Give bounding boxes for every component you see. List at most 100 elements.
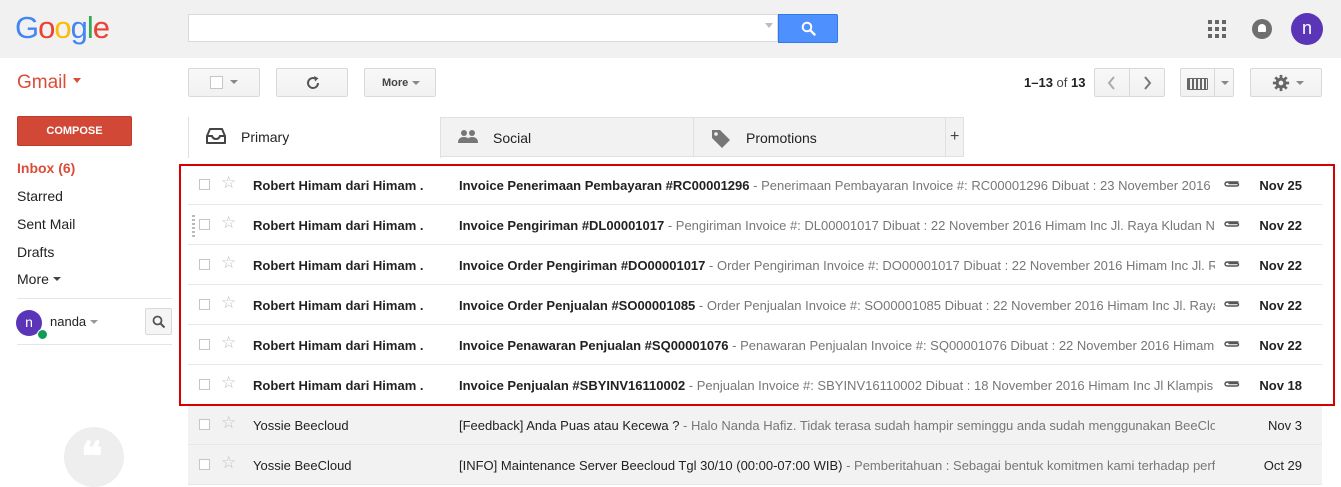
hangouts-search-button[interactable] <box>145 308 172 335</box>
message-list: ☆ Robert Himam dari Himam . Invoice Peneri… <box>188 165 1322 485</box>
sidebar-item-sent-mail[interactable]: Sent Mail <box>17 216 75 232</box>
tab-social[interactable]: Social <box>440 117 694 157</box>
message-content: Invoice Penerimaan Pembayaran #RC0000129… <box>459 178 1215 193</box>
google-logo[interactable]: Google <box>15 12 110 43</box>
message-date: Nov 22 <box>1259 218 1302 233</box>
row-checkbox[interactable] <box>199 179 210 190</box>
refresh-button[interactable] <box>276 68 348 97</box>
row-checkbox[interactable] <box>199 419 210 430</box>
chevron-down-icon <box>52 277 61 282</box>
star-icon[interactable]: ☆ <box>221 455 236 472</box>
message-subject: Invoice Order Penjualan #SO00001085 <box>459 298 696 313</box>
table-row[interactable]: ☆ Robert Himam dari Himam . Invoice Order … <box>188 285 1322 325</box>
paperclip-icon <box>1224 301 1240 307</box>
message-subject: Invoice Penerimaan Pembayaran #RC0000129… <box>459 178 750 193</box>
inbox-icon <box>206 128 226 144</box>
add-tab-button[interactable]: + <box>945 117 964 157</box>
select-all-button[interactable] <box>188 68 260 97</box>
star-icon[interactable]: ☆ <box>221 335 236 352</box>
table-row[interactable]: ☆ Yossie Beecloud [Feedback] Anda Puas ata… <box>188 405 1322 445</box>
newer-page-button[interactable] <box>1094 68 1130 97</box>
message-content: Invoice Pengiriman #DL00001017 - Pengiri… <box>459 218 1215 233</box>
search-options-caret-icon[interactable] <box>765 23 773 28</box>
gmail-label: Gmail <box>17 72 67 93</box>
message-subject: Invoice Penawaran Penjualan #SQ00001076 <box>459 338 729 353</box>
row-checkbox[interactable] <box>199 379 210 390</box>
table-row[interactable]: ☆ Robert Himam dari Himam . Invoice Order … <box>188 245 1322 285</box>
sidebar-more-label: More <box>17 271 49 287</box>
message-snippet: - Penerimaan Pembayaran Invoice #: RC000… <box>753 178 1215 193</box>
row-checkbox[interactable] <box>199 259 210 270</box>
chevron-right-icon <box>1144 76 1152 90</box>
drag-handle[interactable] <box>192 215 195 237</box>
message-subject: [INFO] Maintenance Server Beecloud Tgl 3… <box>459 458 843 473</box>
tab-promotions[interactable]: Promotions <box>693 117 946 157</box>
notifications-bell-icon[interactable] <box>1252 19 1272 39</box>
message-sender: Yossie BeeCloud <box>253 458 352 473</box>
message-date: Nov 22 <box>1259 298 1302 313</box>
star-icon[interactable]: ☆ <box>221 255 236 272</box>
gmail-app-switcher[interactable]: Gmail <box>17 72 81 94</box>
star-icon[interactable]: ☆ <box>221 215 236 232</box>
sidebar-item-drafts[interactable]: Drafts <box>17 244 54 260</box>
row-checkbox[interactable] <box>199 299 210 310</box>
online-status-icon <box>37 329 48 340</box>
pagination-range: 1–13 of 13 <box>1024 75 1085 90</box>
settings-button[interactable] <box>1250 68 1322 97</box>
table-row[interactable]: ☆ Robert Himam dari Himam . Invoice Penawa… <box>188 325 1322 365</box>
sidebar-divider <box>17 298 172 299</box>
apps-grid-icon[interactable] <box>1208 20 1226 38</box>
more-actions-button[interactable]: More <box>364 68 436 97</box>
message-snippet: - Halo Nanda Hafiz. Tidak terasa sudah h… <box>679 418 1215 433</box>
chevron-down-icon <box>1296 81 1304 85</box>
star-icon[interactable]: ☆ <box>221 375 236 392</box>
sidebar-item-more[interactable]: More <box>17 271 61 287</box>
message-date: Nov 3 <box>1268 418 1302 433</box>
sidebar-item-starred[interactable]: Starred <box>17 188 63 204</box>
message-content: [INFO] Maintenance Server Beecloud Tgl 3… <box>459 458 1215 473</box>
row-checkbox[interactable] <box>199 219 210 230</box>
inbox-tabs: Primary Social Promotions + <box>188 117 964 158</box>
star-icon[interactable]: ☆ <box>221 295 236 312</box>
message-content: Invoice Penawaran Penjualan #SQ00001076 … <box>459 338 1215 353</box>
older-page-button[interactable] <box>1129 68 1165 97</box>
message-snippet: - Order Pengiriman Invoice #: DO00001017… <box>705 258 1215 273</box>
refresh-icon <box>307 76 320 89</box>
search-icon <box>152 315 166 329</box>
message-subject: Invoice Order Pengiriman #DO00001017 <box>459 258 706 273</box>
sidebar-item-inbox[interactable]: Inbox (6) <box>17 160 75 176</box>
tab-promotions-label: Promotions <box>746 130 817 146</box>
account-avatar[interactable]: n <box>1291 13 1323 45</box>
message-date: Nov 25 <box>1259 178 1302 193</box>
tab-primary[interactable]: Primary <box>188 117 441 158</box>
table-row[interactable]: ☆ Robert Himam dari Himam . Invoice Peneri… <box>188 165 1322 205</box>
top-header: Google n <box>0 0 1341 58</box>
search-button[interactable] <box>778 14 838 43</box>
table-row[interactable]: ☆ Yossie BeeCloud [INFO] Maintenance Serve… <box>188 445 1322 485</box>
row-checkbox[interactable] <box>199 339 210 350</box>
hangouts-user-name[interactable]: nanda <box>50 314 86 329</box>
message-subject: [Feedback] Anda Puas atau Kecewa ? <box>459 418 680 433</box>
message-snippet: - Penjualan Invoice #: SBYINV16110002 Di… <box>685 378 1214 393</box>
table-row[interactable]: ☆ Robert Himam dari Himam . Invoice Pengir… <box>188 205 1322 245</box>
pager-of: of <box>1056 75 1068 90</box>
more-actions-label: More <box>382 77 409 89</box>
chevron-down-icon[interactable] <box>1221 81 1229 85</box>
message-content: Invoice Order Pengiriman #DO00001017 - O… <box>459 258 1215 273</box>
search-input[interactable] <box>189 15 765 41</box>
hangouts-quote-icon[interactable]: ❝ <box>64 427 124 487</box>
message-date: Nov 22 <box>1259 258 1302 273</box>
star-icon[interactable]: ☆ <box>221 415 236 432</box>
search-box <box>188 14 778 42</box>
star-icon[interactable]: ☆ <box>221 175 236 192</box>
keyboard-icon <box>1187 78 1208 90</box>
message-content: Invoice Penjualan #SBYINV16110002 - Penj… <box>459 378 1215 393</box>
compose-button[interactable]: COMPOSE <box>17 116 132 146</box>
row-checkbox[interactable] <box>199 459 210 470</box>
table-row[interactable]: ☆ Robert Himam dari Himam . Invoice Penjua… <box>188 365 1322 405</box>
tab-social-label: Social <box>493 130 532 146</box>
message-date: Oct 29 <box>1263 458 1302 473</box>
input-tools-button[interactable] <box>1180 68 1234 97</box>
chevron-down-icon <box>72 78 81 84</box>
chevron-down-icon[interactable] <box>90 320 98 324</box>
